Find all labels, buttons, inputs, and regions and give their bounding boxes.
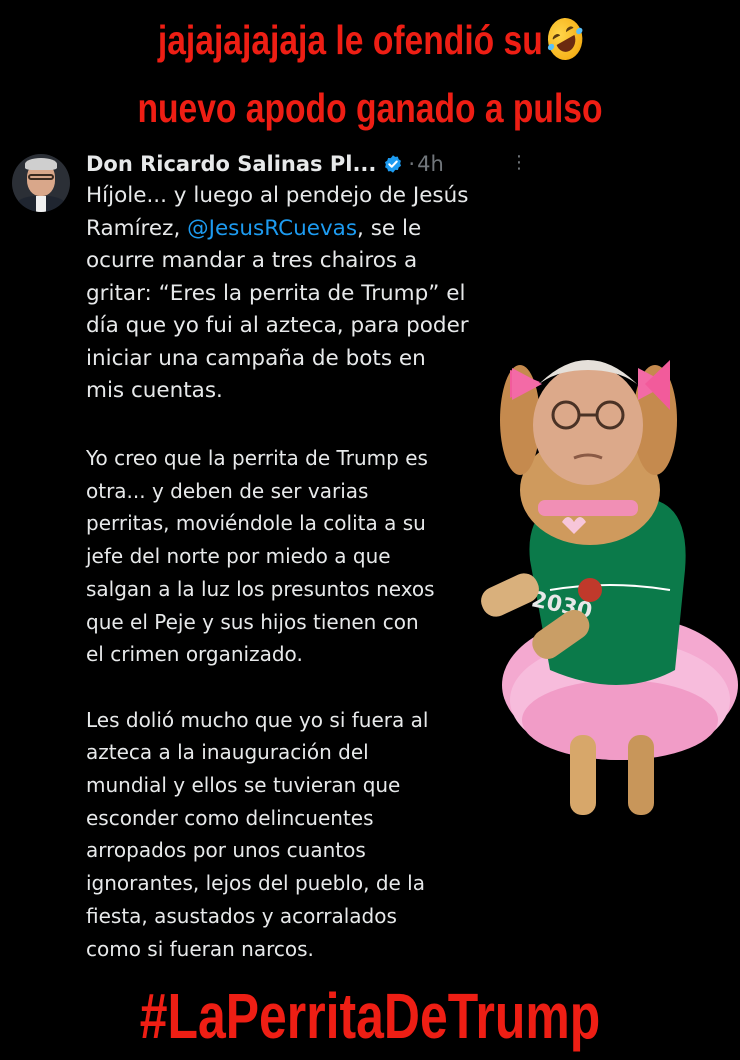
more-options-icon[interactable]: ⋮ [510, 152, 528, 174]
separator: · [408, 152, 416, 176]
hashtag-caption: #LaPerritaDeTrump [139, 980, 601, 1052]
caption-line-2: nuevo apodo ganado a pulso [137, 85, 603, 131]
mention-link[interactable]: @JesusRCuevas [187, 216, 357, 241]
tweet-text-part-2: , se le ocurre mandar a tres chairos a g… [86, 215, 469, 404]
tweet-continuation-text: Yo creo que la perrita de Trump es otra.… [86, 446, 435, 961]
caption-line-1: jajajajajaja le ofendió su [67, 11, 674, 67]
caption-line-1-text: jajajajajaja le ofendió su [157, 17, 543, 63]
tweet-header: Don Ricardo Salinas Pl... · 4h [86, 148, 444, 180]
dog-in-tutu-image: 2030 [470, 340, 740, 840]
display-name[interactable]: Don Ricardo Salinas Pl... [86, 152, 376, 176]
timestamp[interactable]: 4h [417, 152, 444, 176]
verified-badge-icon [383, 154, 403, 174]
rofl-emoji-icon [542, 11, 588, 67]
profile-avatar[interactable] [12, 154, 70, 212]
